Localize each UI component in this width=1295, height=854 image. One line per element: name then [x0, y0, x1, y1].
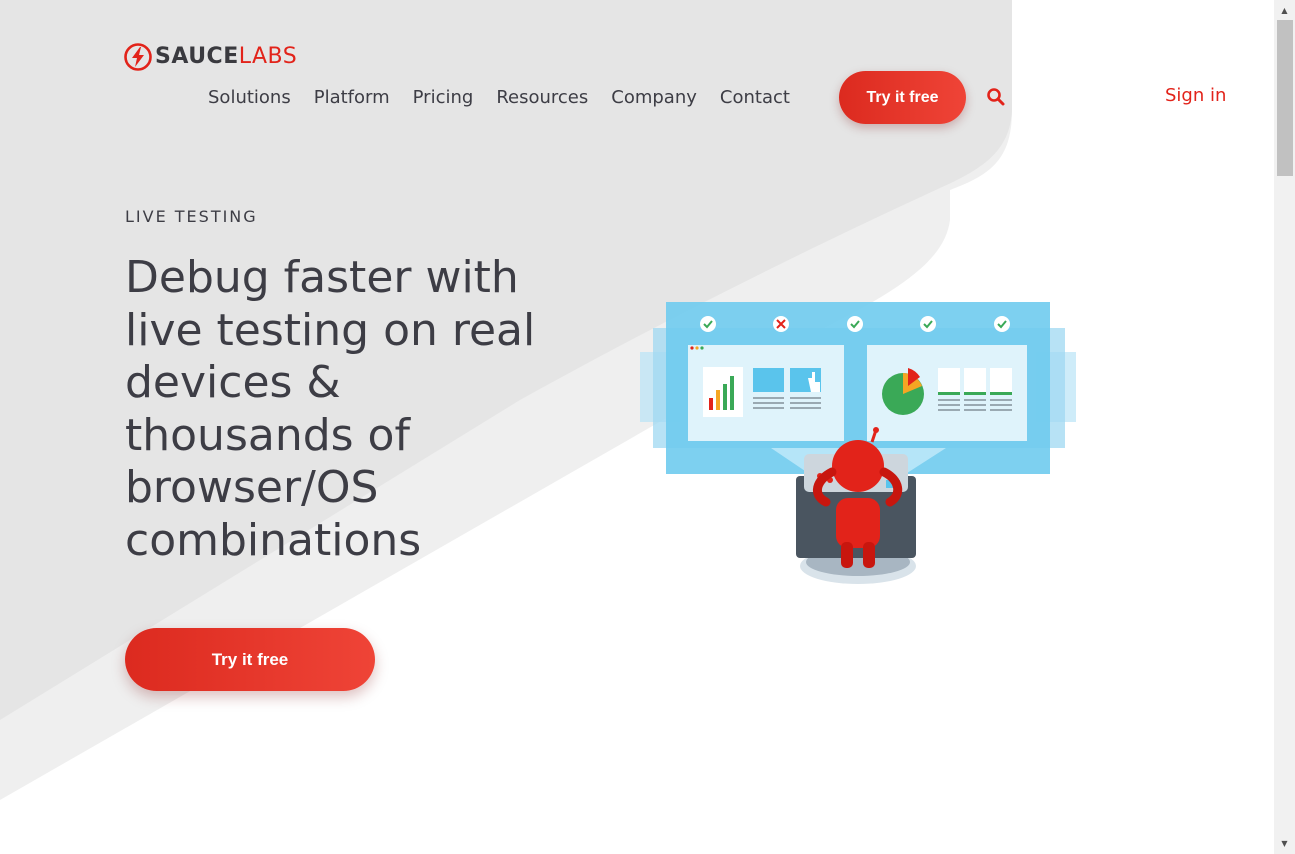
main-nav: Solutions Platform Pricing Resources Com… [208, 86, 813, 110]
scrollbar-thumb[interactable] [1277, 20, 1293, 176]
hero-eyebrow: LIVE TESTING [125, 207, 258, 226]
nav-try-free-button[interactable]: Try it free [839, 71, 966, 124]
hero-try-free-button[interactable]: Try it free [125, 628, 375, 691]
nav-item-pricing[interactable]: Pricing [413, 86, 474, 110]
scroll-down-icon[interactable]: ▼ [1274, 835, 1295, 852]
nav-item-solutions[interactable]: Solutions [208, 86, 291, 110]
saucelabs-logo[interactable]: SAUCELABS [124, 43, 297, 71]
logo-text-labs: LABS [238, 44, 298, 69]
hero-headline: Debug faster with live testing on real d… [125, 252, 536, 566]
scroll-up-icon[interactable]: ▲ [1274, 2, 1295, 19]
search-button[interactable] [986, 87, 1006, 107]
nav-item-platform[interactable]: Platform [314, 86, 390, 110]
search-icon [987, 88, 1005, 106]
nav-item-contact[interactable]: Contact [720, 86, 790, 110]
vertical-scrollbar[interactable]: ▲ ▼ [1274, 0, 1295, 854]
nav-item-resources[interactable]: Resources [496, 86, 588, 110]
sign-in-link[interactable]: Sign in [1165, 84, 1226, 108]
robot-testing-dashboard-illustration [640, 302, 1076, 584]
sauce-bolt-icon [124, 43, 152, 71]
logo-text-sauce: SAUCE [155, 44, 239, 69]
nav-item-company[interactable]: Company [611, 86, 697, 110]
